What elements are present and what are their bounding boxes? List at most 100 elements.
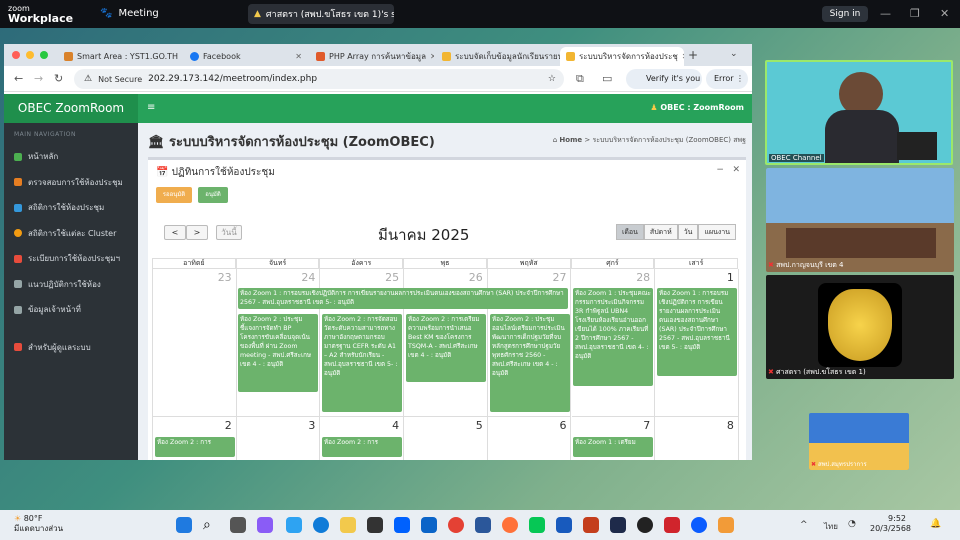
clock[interactable]: 9:52 20/3/2568: [870, 514, 911, 534]
calendar-event[interactable]: ห้อง Zoom 1 : การอบรมเชิงปฏิบัติการ การเ…: [657, 288, 737, 376]
calendar-event[interactable]: ห้อง Zoom 2 : การ: [155, 437, 235, 457]
app-icon[interactable]: [718, 517, 734, 533]
start-icon[interactable]: [176, 517, 192, 533]
tab-search-icon[interactable]: ⌄: [730, 49, 738, 59]
word-icon[interactable]: [556, 517, 572, 533]
tab-close-icon[interactable]: ✕: [295, 52, 302, 61]
zoom-taskbar-icon[interactable]: [691, 517, 707, 533]
powerpoint-icon[interactable]: [583, 517, 599, 533]
new-tab-icon[interactable]: +: [688, 48, 698, 62]
sidebar-item-room-stats[interactable]: สถิติการใช้ห้องประชุม: [4, 195, 138, 221]
participant-avatar-tile[interactable]: ✖ ศาสตรา (สพป.ขโสธร เขต 1): [766, 275, 954, 379]
close-dot-icon[interactable]: [12, 51, 20, 59]
calendar-event[interactable]: ห้อง Zoom 2 : การ: [322, 437, 402, 457]
tab-close-icon[interactable]: ✕: [682, 52, 684, 61]
notifications-icon[interactable]: 🔔: [930, 519, 941, 529]
language-indicator[interactable]: ไทย: [824, 520, 838, 533]
app-icon[interactable]: [664, 517, 680, 533]
day-cell[interactable]: 5: [404, 417, 488, 460]
sidebar-item-guidelines[interactable]: แนวปฏิบัติการใช้ห้อง: [4, 272, 138, 298]
tab-zoomroom[interactable]: ระบบบริหารจัดการห้องประชุ✕: [560, 47, 684, 66]
day-cell[interactable]: 6: [488, 417, 572, 460]
sidebar-item-home[interactable]: หน้าหลัก: [4, 144, 138, 170]
tab-student-data[interactable]: ระบบจัดเก็บข้อมูลนักเรียนรายบุค✕: [436, 47, 560, 66]
cast-icon[interactable]: ▭: [602, 72, 612, 85]
url-input[interactable]: ⚠ Not Secure 202.29.173.142/meetroom/ind…: [74, 69, 564, 89]
sidebar-item-cluster-stats[interactable]: สถิติการใช้แต่ละ Cluster: [4, 221, 138, 247]
day-cell[interactable]: 23: [153, 269, 237, 417]
day-cell[interactable]: 3: [237, 417, 321, 460]
zoom-dot-icon[interactable]: [40, 51, 48, 59]
calendar-event[interactable]: ห้อง Zoom 2 : การจัดสอบวัดระดับความสามาร…: [322, 314, 402, 412]
today-button[interactable]: วันนี้: [216, 225, 242, 240]
file-explorer-icon[interactable]: [340, 517, 356, 533]
app-icon[interactable]: [637, 517, 653, 533]
tab-php-array[interactable]: PHP Array การค้นหาข้อมูล ✕: [310, 47, 434, 66]
participant-video-speaker[interactable]: OBEC Channel: [765, 60, 953, 165]
calendar-event[interactable]: ห้อง Zoom 1 : เตรียม: [573, 437, 653, 457]
tab-close-icon[interactable]: ✕: [430, 52, 434, 61]
task-view-icon[interactable]: [230, 517, 246, 533]
weather-widget[interactable]: ☀ 80°F มีแดดบางส่วน: [14, 514, 63, 534]
store-icon[interactable]: [475, 517, 491, 533]
outlook-icon[interactable]: [421, 517, 437, 533]
wifi-icon[interactable]: ◔: [848, 519, 856, 529]
firefox-icon[interactable]: [502, 517, 518, 533]
maximize-icon[interactable]: ❐: [910, 7, 920, 20]
search-icon[interactable]: ⌕: [203, 517, 219, 533]
collapse-icon[interactable]: −: [716, 165, 724, 175]
remove-icon[interactable]: ✕: [732, 165, 740, 175]
participant-video-small[interactable]: ✖ สพป.สมุทรปราการ: [809, 413, 909, 470]
close-icon[interactable]: ✕: [940, 7, 949, 20]
minimize-dot-icon[interactable]: [26, 51, 34, 59]
tab-facebook[interactable]: Facebook ✕: [184, 47, 308, 66]
forward-icon[interactable]: →: [34, 72, 43, 85]
app-icon[interactable]: [610, 517, 626, 533]
tab-favicon-icon: [566, 52, 575, 61]
amazon-icon[interactable]: [367, 517, 383, 533]
sidebar-item-check-room[interactable]: ตรวจสอบการใช้ห้องประชุม: [4, 170, 138, 196]
sidebar-item-staff[interactable]: ข้อมูลเจ้าหน้าที่: [4, 297, 138, 323]
sidebar-item-admin[interactable]: สำหรับผู้ดูแลระบบ: [4, 335, 138, 361]
view-day-button[interactable]: วัน: [677, 224, 699, 240]
calendar-box-title: 📅 ปฏิทินการใช้ห้องประชุม: [156, 167, 275, 178]
view-week-button[interactable]: สัปดาห์: [643, 224, 678, 240]
participant-video-room[interactable]: ✖ สพป.กาญจนบุรี เขต 4: [766, 168, 954, 272]
meeting-label[interactable]: 🐾 Meeting: [100, 8, 159, 19]
view-list-button[interactable]: แผนงาน: [698, 224, 736, 240]
day-cell[interactable]: 8: [655, 417, 739, 460]
sidebar-item-rules[interactable]: ระเบียบการใช้ห้องประชุมฯ: [4, 246, 138, 272]
calendar-event[interactable]: ห้อง Zoom 2 : การเตรียมความพร้อมการนำเสน…: [406, 314, 486, 382]
back-icon[interactable]: ←: [14, 72, 23, 85]
minimize-icon[interactable]: —: [880, 7, 891, 20]
sign-in-button[interactable]: Sign in: [822, 6, 868, 22]
main-content: 🏛 ระบบบริหารจัดการห้องประชุม (ZoomOBEC) …: [138, 123, 752, 460]
line-icon[interactable]: [529, 517, 545, 533]
tab-smart-area[interactable]: Smart Area : YST1.GO.TH✕: [58, 47, 182, 66]
bookmark-star-icon[interactable]: ☆: [548, 74, 556, 84]
calendar-icon: [14, 178, 22, 187]
app-user-title[interactable]: ♟ OBEC : ZoomRoom: [650, 103, 744, 112]
verify-profile-button[interactable]: Verify it's you: [626, 69, 702, 89]
calendar-event[interactable]: ห้อง Zoom 1 : การอบรมเชิงปฏิบัติการ การเ…: [238, 288, 568, 309]
error-button[interactable]: Error ⋮: [706, 69, 748, 89]
breadcrumb-home[interactable]: Home: [559, 136, 582, 144]
extensions-icon[interactable]: ⧉: [576, 72, 584, 86]
calendar-event[interactable]: ห้อง Zoom 1 : ประชุมคณะกรรมการประเมินกิจ…: [573, 288, 653, 386]
edge-icon[interactable]: [313, 517, 329, 533]
next-month-button[interactable]: >: [186, 225, 208, 240]
app-brand[interactable]: OBEC ZoomRoom: [4, 94, 138, 123]
chrome-icon[interactable]: [448, 517, 464, 533]
menu-toggle-icon[interactable]: ≡: [147, 102, 155, 113]
copilot-icon[interactable]: [257, 517, 273, 533]
tray-chevron-icon[interactable]: ^: [800, 520, 808, 530]
view-month-button[interactable]: เดือน: [615, 224, 644, 240]
calendar-event[interactable]: ห้อง Zoom 2 : ประชุมออนไลน์เตรียมการประเ…: [490, 314, 570, 412]
participant-name: ✖ สพป.สมุทรปราการ: [811, 461, 867, 468]
prev-month-button[interactable]: <: [164, 225, 186, 240]
calendar-event[interactable]: ห้อง Zoom 2 : ประชุมชี้แจงการจัดทำ BP โค…: [238, 314, 318, 392]
widgets-icon[interactable]: [286, 517, 302, 533]
screen-share-indicator[interactable]: ▲ศาสตรา (สพป.ขโสธร เขต 1)'s screer⋯: [248, 4, 394, 24]
dropbox-icon[interactable]: [394, 517, 410, 533]
reload-icon[interactable]: ↻: [54, 72, 63, 85]
